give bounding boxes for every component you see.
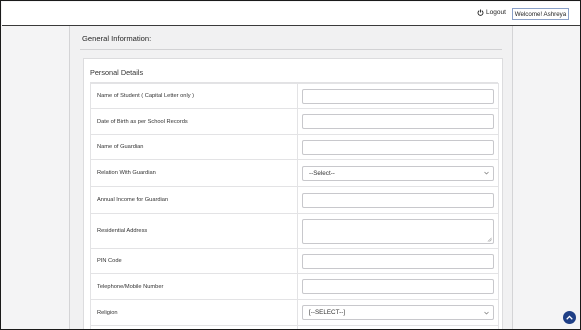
form-row-dob: Date of Birth as per School Records xyxy=(90,108,499,135)
browser-frame: Logout Welcome! Ashreya General Informat… xyxy=(0,0,581,330)
form-row-relation: Relation With Guardian --Select-- xyxy=(90,159,499,187)
card-title: Personal Details xyxy=(90,68,144,77)
student-name-input[interactable] xyxy=(302,88,494,104)
relation-selected-value: --Select-- xyxy=(309,169,335,177)
personal-details-form: Name of Student ( Capital Letter only ) … xyxy=(90,83,499,329)
form-row-address: Residential Address xyxy=(90,213,499,249)
guardian-name-label: Name of Guardian xyxy=(90,134,298,160)
relation-label: Relation With Guardian xyxy=(90,159,298,187)
phone-label: Telephone/Mobile Number xyxy=(90,273,298,300)
divider xyxy=(80,49,502,50)
student-name-label: Name of Student ( Capital Letter only ) xyxy=(90,83,298,109)
form-row-phone: Telephone/Mobile Number xyxy=(90,273,499,300)
pin-code-input[interactable] xyxy=(302,253,494,269)
resize-handle-icon[interactable] xyxy=(487,237,492,242)
power-icon xyxy=(477,9,484,16)
dob-input[interactable] xyxy=(302,114,494,129)
address-textarea[interactable] xyxy=(302,218,494,244)
personal-details-card: Personal Details Name of Student ( Capit… xyxy=(83,58,503,329)
logout-link[interactable]: Logout xyxy=(477,9,506,16)
section-title: General Information: xyxy=(82,34,152,43)
annual-income-label: Annual Income for Guardian xyxy=(90,186,298,214)
form-row-annual-income: Annual Income for Guardian xyxy=(90,186,499,214)
address-label: Residential Address xyxy=(90,213,298,249)
form-row-next xyxy=(90,325,499,329)
dob-label: Date of Birth as per School Records xyxy=(90,108,298,135)
phone-input[interactable] xyxy=(302,279,494,294)
chevron-down-icon xyxy=(484,171,489,175)
religion-label: Religion xyxy=(90,299,298,326)
form-row-religion: Religion [--SELECT--] xyxy=(90,299,499,326)
form-row-student-name: Name of Student ( Capital Letter only ) xyxy=(90,83,499,109)
form-row-guardian-name: Name of Guardian xyxy=(90,134,499,160)
chevron-down-icon xyxy=(484,311,489,314)
form-row-pin-code: PIN Code xyxy=(90,248,499,274)
main-content: General Information: Personal Details Na… xyxy=(69,26,513,329)
top-bar: Logout Welcome! Ashreya xyxy=(2,2,580,26)
welcome-badge: Welcome! Ashreya xyxy=(512,8,569,20)
scroll-to-top-button[interactable] xyxy=(563,311,576,324)
pin-code-label: PIN Code xyxy=(90,248,298,274)
relation-select[interactable]: --Select-- xyxy=(302,165,494,181)
chevron-up-icon xyxy=(566,315,573,320)
religion-select[interactable]: [--SELECT--] xyxy=(302,305,494,320)
annual-income-input[interactable] xyxy=(302,192,494,208)
logout-label: Logout xyxy=(486,9,506,16)
guardian-name-input[interactable] xyxy=(302,139,494,155)
religion-selected-value: [--SELECT--] xyxy=(309,309,346,316)
